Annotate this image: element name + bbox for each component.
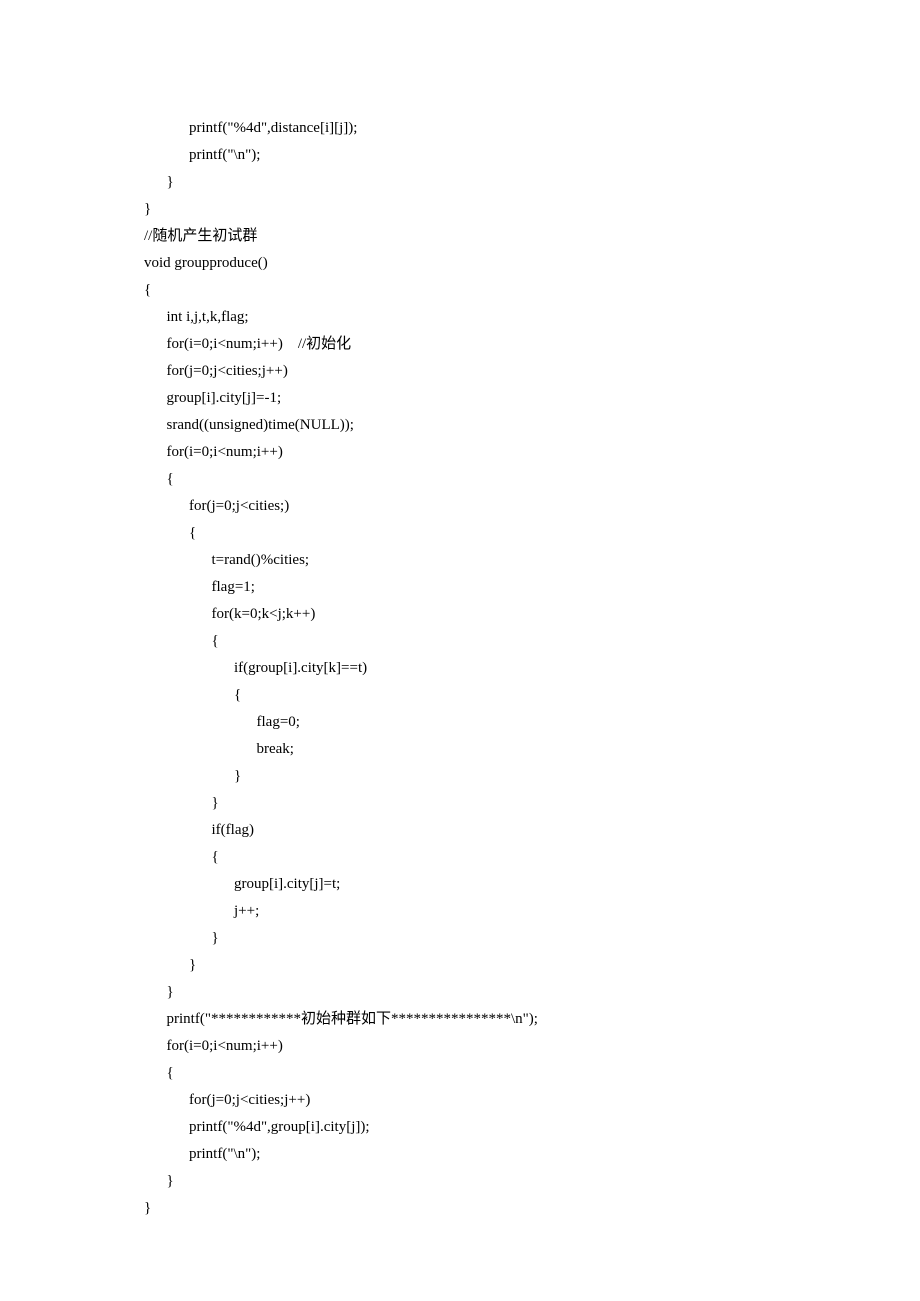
code-line: printf("%4d",group[i].city[j]); [144, 1114, 920, 1141]
code-line: } [144, 925, 920, 952]
code-line: t=rand()%cities; [144, 547, 920, 574]
code-line: int i,j,t,k,flag; [144, 304, 920, 331]
code-line: { [144, 466, 920, 493]
code-line: for(j=0;j<cities;) [144, 493, 920, 520]
code-line: if(flag) [144, 817, 920, 844]
code-line: //随机产生初试群 [144, 223, 920, 250]
code-line: } [144, 763, 920, 790]
code-block: printf("%4d",distance[i][j]); printf("\n… [144, 115, 920, 1222]
code-line: { [144, 682, 920, 709]
code-line: for(i=0;i<num;i++) [144, 439, 920, 466]
code-line: break; [144, 736, 920, 763]
code-line: printf("%4d",distance[i][j]); [144, 115, 920, 142]
code-line: } [144, 169, 920, 196]
code-line: } [144, 952, 920, 979]
code-line: for(k=0;k<j;k++) [144, 601, 920, 628]
code-line: } [144, 790, 920, 817]
code-line: for(i=0;i<num;i++) //初始化 [144, 331, 920, 358]
code-line: } [144, 196, 920, 223]
code-line: flag=0; [144, 709, 920, 736]
code-line: } [144, 1195, 920, 1222]
code-line: if(group[i].city[k]==t) [144, 655, 920, 682]
code-line: group[i].city[j]=t; [144, 871, 920, 898]
code-line: } [144, 1168, 920, 1195]
code-line: for(j=0;j<cities;j++) [144, 1087, 920, 1114]
code-line: srand((unsigned)time(NULL)); [144, 412, 920, 439]
code-line: printf("\n"); [144, 142, 920, 169]
code-line: { [144, 277, 920, 304]
code-line: { [144, 844, 920, 871]
code-line: printf("************初始种群如下**************… [144, 1006, 920, 1033]
code-line: } [144, 979, 920, 1006]
code-line: flag=1; [144, 574, 920, 601]
code-line: { [144, 1060, 920, 1087]
code-line: for(i=0;i<num;i++) [144, 1033, 920, 1060]
code-line: { [144, 520, 920, 547]
document-page: printf("%4d",distance[i][j]); printf("\n… [0, 0, 920, 1301]
code-line: group[i].city[j]=-1; [144, 385, 920, 412]
code-line: for(j=0;j<cities;j++) [144, 358, 920, 385]
code-line: j++; [144, 898, 920, 925]
code-line: void groupproduce() [144, 250, 920, 277]
code-line: { [144, 628, 920, 655]
code-line: printf("\n"); [144, 1141, 920, 1168]
